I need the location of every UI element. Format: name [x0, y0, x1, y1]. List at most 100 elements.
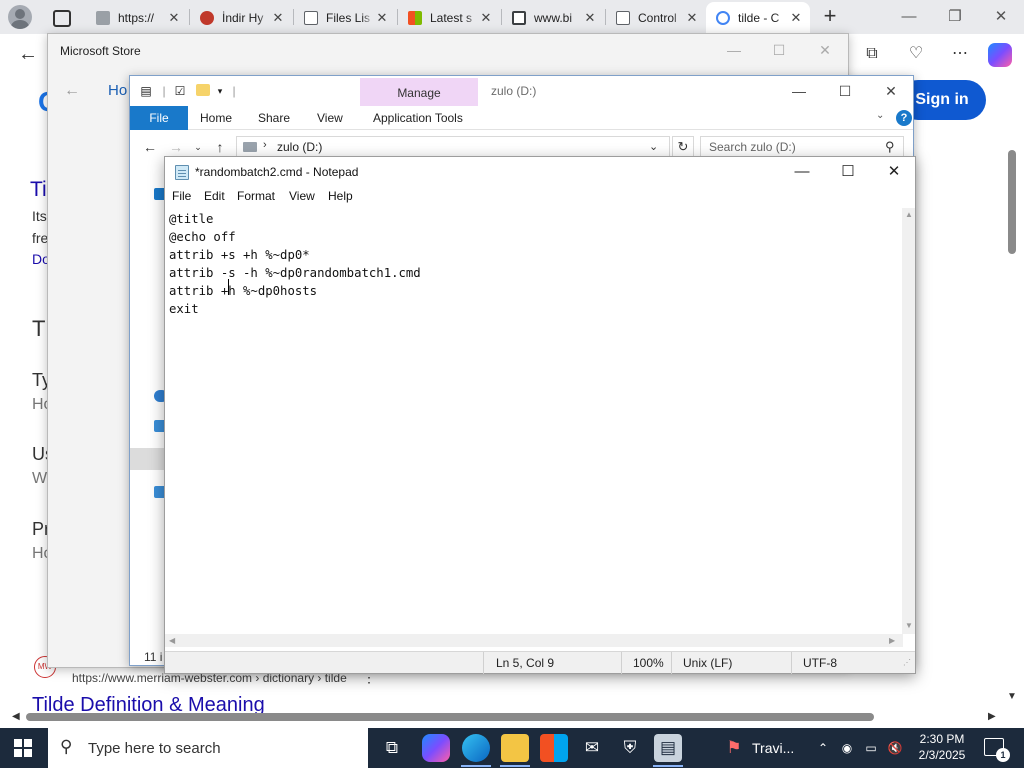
store-maximize-button[interactable]: ☐ [766, 40, 792, 60]
ribbon-view-tab[interactable]: View [317, 106, 343, 130]
explorer-active-indicator [500, 765, 530, 767]
explorer-minimize-button[interactable]: — [784, 80, 814, 102]
scroll-left-arrow-icon[interactable]: ◀ [12, 711, 20, 722]
up-folder-icon[interactable]: ↑ [210, 137, 230, 157]
ribbon-share-tab[interactable]: Share [258, 106, 290, 130]
scroll-right-arrow-icon[interactable]: ▶ [889, 636, 895, 645]
microsoft-store-icon[interactable] [540, 734, 568, 762]
search-icon[interactable]: ⚲ [885, 139, 895, 155]
qat-separator: | [232, 84, 236, 98]
notepad-minimize-button[interactable]: — [779, 157, 825, 187]
new-folder-icon[interactable] [196, 84, 210, 96]
address-path[interactable]: zulo (D:) [277, 140, 322, 154]
close-tab-icon[interactable]: ✕ [270, 10, 286, 26]
scroll-up-arrow-icon[interactable]: ▲ [905, 210, 913, 219]
new-tab-button[interactable]: + [817, 4, 843, 30]
notepad-taskbar-icon[interactable]: ▤ [654, 734, 682, 762]
news-flag-icon[interactable]: ⚑ [720, 734, 748, 762]
notepad-close-button[interactable]: ✕ [871, 157, 917, 187]
explorer-maximize-button[interactable]: ☐ [830, 80, 860, 102]
profile-avatar-icon[interactable] [8, 5, 32, 29]
browser-restore-button[interactable]: ❐ [932, 0, 978, 34]
refresh-icon[interactable]: ↻ [672, 136, 694, 158]
browser-tab-6[interactable]: Control ✕ [606, 2, 706, 34]
collections-icon[interactable]: ⧉ [860, 42, 884, 66]
close-tab-icon[interactable]: ✕ [684, 10, 700, 26]
explorer-forward-icon[interactable]: → [166, 137, 186, 157]
ribbon-home-tab[interactable]: Home [200, 106, 232, 130]
tab-title: İndir Hy [222, 11, 264, 25]
manage-tab[interactable]: Manage [360, 78, 478, 106]
copilot-icon[interactable] [988, 43, 1012, 67]
windows-taskbar: ⚲ Type here to search ⧉ ✉ ⛨ ▤ ⚑ Travi...… [0, 728, 1024, 768]
close-tab-icon[interactable]: ✕ [788, 10, 804, 26]
scroll-left-arrow-icon[interactable]: ◀ [169, 636, 175, 645]
menu-help[interactable]: Help [328, 189, 353, 203]
meet-now-icon[interactable]: ◉ [838, 739, 856, 757]
browser-minimize-button[interactable]: — [886, 0, 932, 34]
browser-essentials-icon[interactable]: ♡ [904, 42, 928, 66]
page-vertical-scrollbar[interactable] [1008, 150, 1016, 254]
status-divider [671, 652, 672, 674]
selected-nav-item[interactable] [130, 448, 164, 470]
volume-muted-icon[interactable]: 🔇 [886, 739, 904, 757]
tab-actions-icon[interactable] [48, 6, 72, 28]
page-horizontal-scrollbar[interactable] [26, 713, 874, 721]
store-close-button[interactable]: ✕ [812, 40, 838, 60]
expand-ribbon-icon[interactable]: ⌄ [876, 110, 884, 121]
explorer-back-icon[interactable]: ← [140, 137, 160, 157]
browser-tab-3[interactable]: Files Lis ✕ [294, 2, 396, 34]
show-hidden-icons-icon[interactable]: ⌃ [814, 739, 832, 757]
help-icon[interactable]: ? [896, 110, 912, 126]
scroll-down-arrow-icon[interactable]: ▼ [1007, 691, 1017, 702]
explorer-search-input[interactable]: Search zulo (D:) ⚲ [700, 136, 904, 158]
explorer-close-button[interactable]: ✕ [876, 80, 906, 102]
menu-edit[interactable]: Edit [204, 189, 225, 203]
copilot-app-icon[interactable] [422, 734, 450, 762]
windows-start-icon[interactable] [14, 739, 32, 757]
ribbon-file-tab[interactable]: File [130, 106, 188, 130]
scroll-right-arrow-icon[interactable]: ▶ [988, 711, 996, 722]
close-tab-icon[interactable]: ✕ [478, 10, 494, 26]
browser-tab-5[interactable]: www.bi ✕ [502, 2, 604, 34]
notepad-vertical-scrollbar[interactable]: ▲ ▼ [902, 208, 915, 634]
security-shield-icon[interactable]: ⛨ [616, 734, 644, 762]
close-tab-icon[interactable]: ✕ [582, 10, 598, 26]
browser-tab-1[interactable]: https:// ✕ [86, 2, 188, 34]
edge-browser-icon[interactable] [462, 734, 490, 762]
close-tab-icon[interactable]: ✕ [166, 10, 182, 26]
notepad-window[interactable]: *randombatch2.cmd - Notepad — ☐ ✕ File E… [164, 156, 916, 674]
store-home-fragment[interactable]: Ho [108, 82, 127, 99]
store-back-arrow-icon[interactable]: ← [64, 82, 80, 100]
browser-tab-active[interactable]: tilde - C ✕ [706, 2, 810, 34]
taskbar-search-input[interactable]: ⚲ Type here to search [48, 728, 368, 768]
resize-grip-icon[interactable]: ⋰ [903, 658, 911, 667]
recent-locations-icon[interactable]: ⌄ [188, 137, 208, 157]
task-view-icon[interactable]: ⧉ [378, 734, 406, 762]
system-clock[interactable]: 2:30 PM 2/3/2025 [912, 731, 972, 763]
address-chevron-icon[interactable]: › [263, 139, 267, 151]
menu-file[interactable]: File [172, 189, 191, 203]
close-tab-icon[interactable]: ✕ [374, 10, 390, 26]
browser-tab-4[interactable]: Latest s ✕ [398, 2, 500, 34]
news-widget-label[interactable]: Travi... [752, 740, 794, 756]
mail-icon[interactable]: ✉ [578, 734, 606, 762]
store-minimize-button[interactable]: — [721, 40, 747, 60]
address-dropdown-icon[interactable]: ⌄ [649, 140, 658, 153]
explorer-address-bar[interactable]: › zulo (D:) ⌄ [236, 136, 670, 158]
menu-view[interactable]: View [289, 189, 315, 203]
notepad-text-area[interactable]: @title @echo off attrib +s +h %~dp0* att… [165, 208, 903, 634]
notepad-content[interactable]: @title @echo off attrib +s +h %~dp0* att… [169, 210, 421, 318]
file-explorer-icon[interactable] [501, 734, 529, 762]
scroll-down-arrow-icon[interactable]: ▼ [905, 621, 913, 630]
properties-check-icon[interactable]: ☑ [172, 83, 188, 99]
browser-tab-2[interactable]: İndir Hy ✕ [190, 2, 292, 34]
browser-close-button[interactable]: ✕ [978, 0, 1024, 34]
network-icon[interactable]: ▭ [862, 739, 880, 757]
notepad-maximize-button[interactable]: ☐ [825, 157, 871, 187]
notepad-horizontal-scrollbar[interactable]: ◀ ▶ [165, 634, 903, 647]
menu-format[interactable]: Format [237, 189, 275, 203]
back-arrow-icon[interactable]: ← [14, 40, 42, 68]
ribbon-application-tools-tab[interactable]: Application Tools [373, 106, 463, 130]
more-options-icon[interactable]: ⋯ [948, 42, 972, 66]
